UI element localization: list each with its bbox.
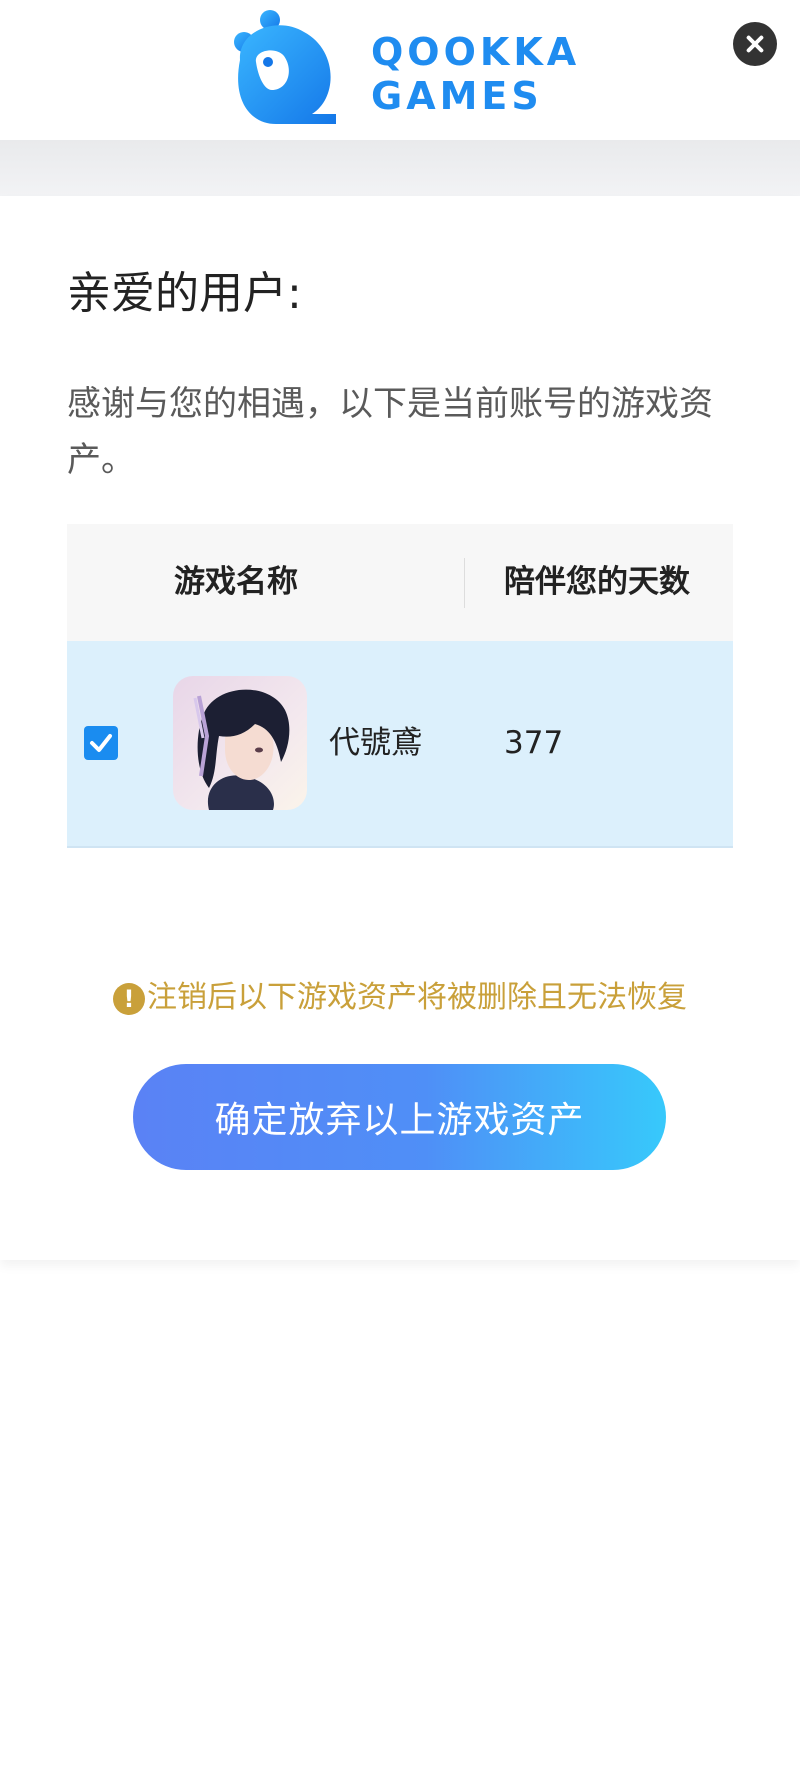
warning-message: ! 注销后以下游戏资产将被删除且无法恢复 [0,976,800,1020]
game-days-count: 377 [504,725,564,761]
column-header-game-name: 游戏名称 [174,564,298,600]
confirm-abandon-button[interactable]: 确定放弃以上游戏资产 [133,1064,666,1170]
game-asset-table: 游戏名称 陪伴您的天数 代號鳶 377 [67,524,733,848]
checkmark-icon [90,734,112,752]
divider-strip [0,140,800,196]
warning-text: 注销后以下游戏资产将被删除且无法恢复 [147,980,687,1015]
column-divider [464,558,465,608]
game-name: 代號鳶 [329,725,422,761]
intro-text: 感谢与您的相遇，以下是当前账号的游戏资产。 [67,384,713,480]
logo-text: QOOKKA GAMES [371,30,580,118]
game-character-icon [173,676,307,810]
header: QOOKKA GAMES [0,0,800,140]
table-header: 游戏名称 陪伴您的天数 [67,524,733,641]
table-row[interactable]: 代號鳶 377 [67,641,733,848]
qookka-games-logo: QOOKKA GAMES [228,10,576,132]
column-header-days: 陪伴您的天数 [504,564,690,600]
logo-text-line1: QOOKKA [371,30,581,74]
row-checkbox[interactable] [84,726,118,760]
close-icon[interactable] [733,22,777,66]
greeting-title: 亲爱的用户: [67,268,302,319]
asset-card: 亲爱的用户: 感谢与您的相遇，以下是当前账号的游戏资产。 游戏名称 陪伴您的天数 [0,196,800,1260]
logo-text-line2: GAMES [371,74,543,118]
exclamation-icon: ! [113,982,145,1015]
